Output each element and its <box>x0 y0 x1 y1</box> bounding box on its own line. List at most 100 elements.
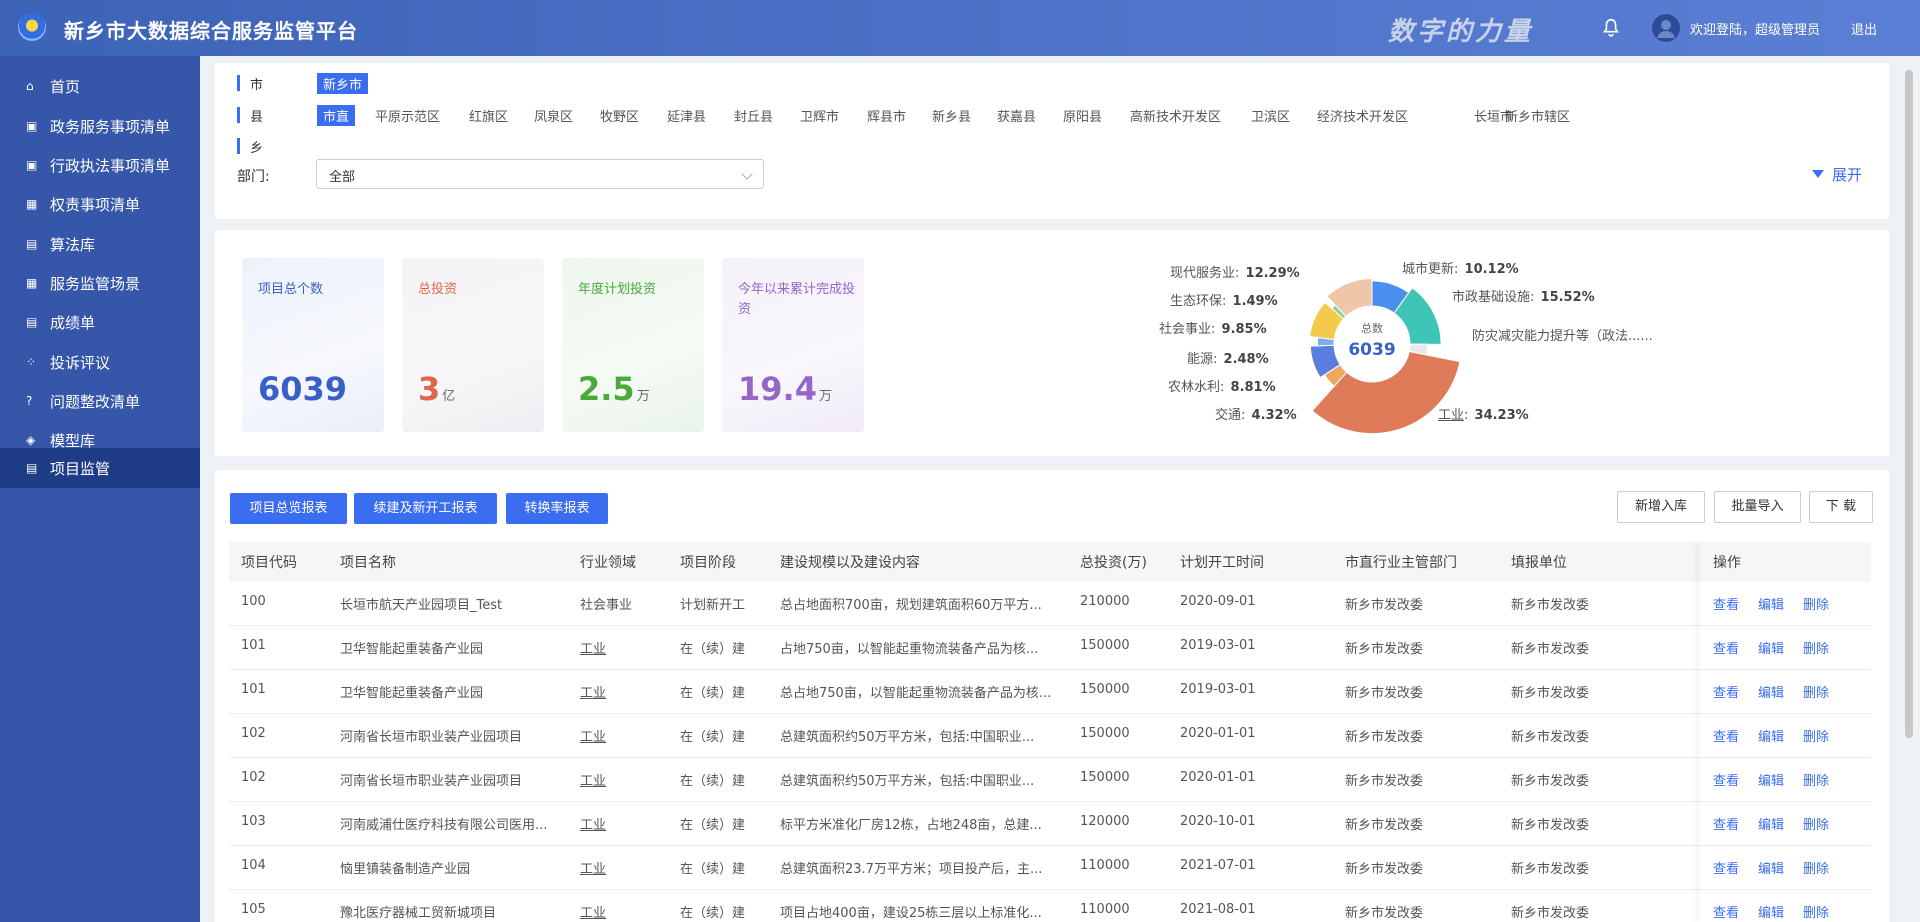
county-chip[interactable]: 平原示范区 <box>375 106 440 125</box>
edit-link[interactable]: 编辑 <box>1758 638 1784 657</box>
county-chip[interactable]: 辉县市 <box>867 106 906 125</box>
sidebar-item-project-supervision[interactable]: ▤ 项目监管 <box>0 448 200 488</box>
stat-card-project-count: 项目总个数 6039 <box>242 258 384 432</box>
overview-report-button[interactable]: 项目总览报表 <box>230 493 347 524</box>
legend-modern-services: 现代服务业: 12.29% <box>1170 266 1300 281</box>
table-row: 101 卫华智能起重装备产业园 工业 在（续）建 占地750亩，以智能起重物流装… <box>229 626 1871 670</box>
county-filter-label: 县 <box>250 110 264 125</box>
col-industry[interactable]: 行业领域 <box>580 552 636 572</box>
county-chip[interactable]: 凤泉区 <box>534 106 573 125</box>
delete-link[interactable]: 删除 <box>1803 682 1829 701</box>
county-chip[interactable]: 牧野区 <box>600 106 639 125</box>
edit-link[interactable]: 编辑 <box>1758 770 1784 789</box>
download-button[interactable]: 下 载 <box>1809 491 1873 523</box>
page-scrollbar[interactable] <box>1905 70 1913 738</box>
col-dept[interactable]: 市直行业主管部门 <box>1345 552 1457 572</box>
sidebar-item-home[interactable]: ⌂ 首页 <box>0 66 200 106</box>
stat-card-completed-investment: 今年以来累计完成投资 19.4 万 <box>722 258 864 432</box>
county-chip[interactable]: 卫滨区 <box>1251 106 1290 125</box>
sidebar-item-law-enforcement-list[interactable]: ▣ 行政执法事项清单 <box>0 145 200 185</box>
county-chip[interactable]: 高新技术开发区 <box>1130 106 1221 125</box>
view-link[interactable]: 查看 <box>1713 814 1739 833</box>
legend-eco-env: 生态环保: 1.49% <box>1170 294 1278 309</box>
table-row: 101 卫华智能起重装备产业园 工业 在（续）建 总占地750亩，以智能起重物流… <box>229 670 1871 714</box>
view-link[interactable]: 查看 <box>1713 902 1739 921</box>
county-chip[interactable]: 市直 <box>317 105 356 126</box>
question-icon: ? <box>26 394 33 408</box>
slogan-text: 数字的力量 <box>1388 17 1534 47</box>
stat-card-annual-plan: 年度计划投资 2.5 万 <box>562 258 704 432</box>
delete-link[interactable]: 删除 <box>1803 814 1829 833</box>
edit-link[interactable]: 编辑 <box>1758 682 1784 701</box>
delete-link[interactable]: 删除 <box>1803 902 1829 921</box>
view-link[interactable]: 查看 <box>1713 770 1739 789</box>
view-link[interactable]: 查看 <box>1713 638 1739 657</box>
col-total-investment[interactable]: 总投资(万) <box>1080 552 1147 572</box>
delete-link[interactable]: 删除 <box>1803 638 1829 657</box>
county-chip[interactable]: 经济技术开发区 <box>1317 106 1408 125</box>
col-reporting-unit[interactable]: 填报单位 <box>1511 552 1567 572</box>
new-construction-report-button[interactable]: 续建及新开工报表 <box>354 493 497 524</box>
sidebar-item-supervision-scenes[interactable]: ▦ 服务监管场景 <box>0 263 200 303</box>
bell-icon[interactable] <box>1600 17 1622 39</box>
county-chip[interactable]: 新乡县 <box>932 106 971 125</box>
table-row: 100 长垣市航天产业园项目_Test 社会事业 计划新开工 总占地面积700亩… <box>229 582 1871 626</box>
city-filter-label: 市 <box>250 78 264 93</box>
app-title: 新乡市大数据综合服务监管平台 <box>64 19 358 43</box>
logout-link[interactable]: 退出 <box>1851 19 1877 38</box>
sidebar-item-report-card[interactable]: ▤ 成绩单 <box>0 302 200 342</box>
sidebar: ⌂ 首页 ▣ 政务服务事项清单 ▣ 行政执法事项清单 ▦ 权责事项清单 ▤ 算法库 ▦ 服务… <box>0 56 200 922</box>
edit-link[interactable]: 编辑 <box>1758 814 1784 833</box>
sidebar-item-rectification-list[interactable]: ? 问题整改清单 <box>0 381 200 421</box>
county-chip[interactable]: 原阳县 <box>1063 106 1102 125</box>
view-link[interactable]: 查看 <box>1713 682 1739 701</box>
col-project-code[interactable]: 项目代码 <box>241 552 297 572</box>
view-link[interactable]: 查看 <box>1713 726 1739 745</box>
county-chip[interactable]: 新乡市辖区 <box>1505 106 1570 125</box>
legend-transport: 交通: 4.32% <box>1215 408 1297 423</box>
legend-urban-renewal: 城市更新: 10.12% <box>1402 262 1519 277</box>
col-stage[interactable]: 项目阶段 <box>680 552 736 572</box>
county-chip[interactable]: 红旗区 <box>469 106 508 125</box>
add-entry-button[interactable]: 新增入库 <box>1617 491 1705 523</box>
sidebar-item-gov-service-list[interactable]: ▣ 政务服务事项清单 <box>0 106 200 146</box>
edit-link[interactable]: 编辑 <box>1758 858 1784 877</box>
edit-link[interactable]: 编辑 <box>1758 594 1784 613</box>
platform-logo <box>18 13 46 41</box>
county-chip[interactable]: 获嘉县 <box>997 106 1036 125</box>
view-link[interactable]: 查看 <box>1713 594 1739 613</box>
sidebar-item-complaints[interactable]: ⁘ 投诉评议 <box>0 342 200 382</box>
table-row: 102 河南省长垣市职业装产业园项目 工业 在（续）建 总建筑面积约50万平方米… <box>229 714 1871 758</box>
expand-toggle[interactable]: 展开 <box>1812 164 1862 185</box>
avatar[interactable] <box>1652 14 1680 42</box>
city-chip-selected[interactable]: 新乡市 <box>317 73 369 94</box>
caret-down-icon <box>1812 170 1824 178</box>
conversion-rate-report-button[interactable]: 转换率报表 <box>506 493 608 524</box>
view-link[interactable]: 查看 <box>1713 858 1739 877</box>
delete-link[interactable]: 删除 <box>1803 726 1829 745</box>
county-chip[interactable]: 卫辉市 <box>800 106 839 125</box>
legend-disaster-prevention: 防灾减灾能力提升等（政法...... <box>1472 329 1653 344</box>
delete-link[interactable]: 删除 <box>1803 770 1829 789</box>
sidebar-item-algorithm-library[interactable]: ▤ 算法库 <box>0 224 200 264</box>
legend-municipal-infra: 市政基础设施: 15.52% <box>1452 290 1595 305</box>
county-chip[interactable]: 封丘县 <box>734 106 773 125</box>
department-select[interactable]: 全部 <box>316 159 764 189</box>
top-header: 新乡市大数据综合服务监管平台 数字的力量 欢迎登陆，超级管理员 退出 <box>0 0 1920 56</box>
delete-link[interactable]: 删除 <box>1803 594 1829 613</box>
welcome-text: 欢迎登陆，超级管理员 <box>1690 23 1821 38</box>
col-scale-content[interactable]: 建设规模以及建设内容 <box>780 552 920 572</box>
legend-industry: 工业: 34.23% <box>1438 408 1529 423</box>
county-chip[interactable]: 延津县 <box>667 106 706 125</box>
sidebar-item-responsibility-list[interactable]: ▦ 权责事项清单 <box>0 184 200 224</box>
donut-center-label: 总数 <box>1361 321 1383 335</box>
col-project-name[interactable]: 项目名称 <box>340 552 396 572</box>
table-row: 104 恼里镇装备制造产业园 工业 在（续）建 总建筑面积23.7万平方米；项目… <box>229 846 1871 890</box>
col-plan-start[interactable]: 计划开工时间 <box>1180 552 1264 572</box>
edit-link[interactable]: 编辑 <box>1758 902 1784 921</box>
table-row: 103 河南威浦仕医疗科技有限公司医用... 工业 在（续）建 标平方米准化厂房… <box>229 802 1871 846</box>
delete-link[interactable]: 删除 <box>1803 858 1829 877</box>
table-row: 102 河南省长垣市职业装产业园项目 工业 在（续）建 总建筑面积约50万平方米… <box>229 758 1871 802</box>
edit-link[interactable]: 编辑 <box>1758 726 1784 745</box>
batch-import-button[interactable]: 批量导入 <box>1714 491 1801 523</box>
